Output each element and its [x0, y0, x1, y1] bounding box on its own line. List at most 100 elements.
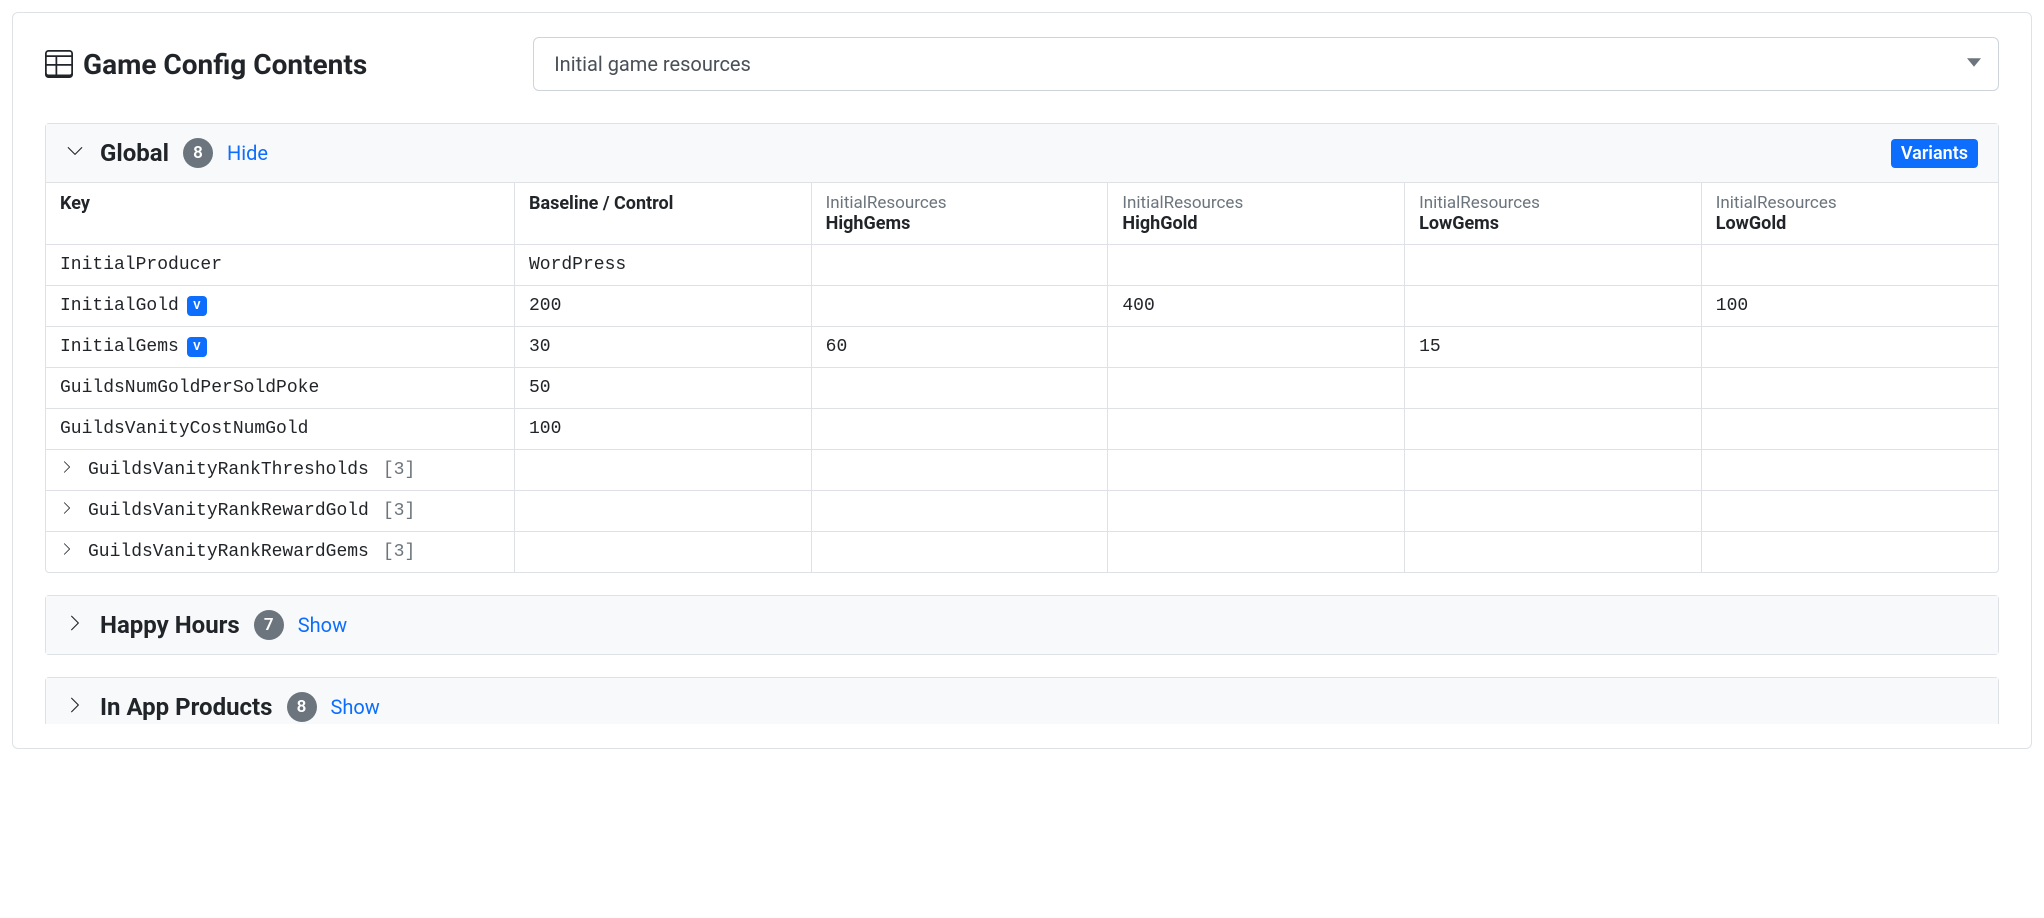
- chevron-down-icon: [66, 142, 86, 164]
- key-cell: GuildsNumGoldPerSoldPoke: [46, 368, 514, 409]
- baseline-cell: WordPress: [514, 245, 811, 286]
- baseline-cell: [514, 450, 811, 491]
- variant-cell: [811, 286, 1108, 327]
- variant-cell: [1405, 491, 1702, 532]
- panel-header: Game Config Contents Initial game resour…: [45, 37, 1999, 91]
- row-key: GuildsVanityRankRewardGold: [88, 501, 369, 521]
- table-row: InitialGems V 3060 15: [46, 327, 1998, 368]
- variant-cell: [811, 491, 1108, 532]
- baseline-cell: 200: [514, 286, 811, 327]
- variant-cell: [1701, 491, 1998, 532]
- variant-cell: [1701, 368, 1998, 409]
- key-cell: InitialGold V: [46, 286, 514, 327]
- section-iap-title: In App Products: [100, 693, 273, 721]
- global-table: Key Baseline / Control InitialResources …: [46, 183, 1998, 572]
- variant-cell: [1108, 368, 1405, 409]
- variant-cell: [811, 409, 1108, 450]
- row-bracket-count: [3]: [383, 501, 415, 521]
- row-key: InitialGold: [60, 296, 179, 316]
- baseline-cell: [514, 491, 811, 532]
- variant-cell: [1701, 532, 1998, 573]
- section-happy-count: 7: [254, 610, 284, 640]
- table-header-row: Key Baseline / Control InitialResources …: [46, 183, 1998, 245]
- row-bracket-count: [3]: [383, 542, 415, 562]
- variant-cell: [1108, 491, 1405, 532]
- section-global: Global 8 Hide Variants Key Baseline / Co…: [45, 123, 1999, 573]
- variant-cell: [1405, 532, 1702, 573]
- variant-cell: [1405, 286, 1702, 327]
- col-lowgems: InitialResources LowGems: [1405, 183, 1702, 245]
- variant-cell: 60: [811, 327, 1108, 368]
- variant-cell: [811, 532, 1108, 573]
- variant-cell: 15: [1405, 327, 1702, 368]
- table-row: GuildsVanityRankThresholds [3]: [46, 450, 1998, 491]
- section-iap-count: 8: [287, 692, 317, 722]
- table-row: GuildsVanityRankRewardGold [3]: [46, 491, 1998, 532]
- row-key: GuildsNumGoldPerSoldPoke: [60, 378, 319, 398]
- baseline-cell: 100: [514, 409, 811, 450]
- col-highgold: InitialResources HighGold: [1108, 183, 1405, 245]
- section-happy-header[interactable]: Happy Hours 7 Show: [46, 596, 1998, 654]
- variants-badge: Variants: [1891, 139, 1978, 168]
- panel-title-group: Game Config Contents: [45, 48, 367, 81]
- section-global-header[interactable]: Global 8 Hide Variants: [46, 124, 1998, 183]
- resource-select-value: Initial game resources: [533, 37, 1999, 91]
- col-highgems: InitialResources HighGems: [811, 183, 1108, 245]
- chevron-right-icon: [60, 501, 74, 521]
- chevron-right-icon: [60, 460, 74, 480]
- caret-down-icon: [1967, 55, 1981, 74]
- table-row: GuildsVanityCostNumGold100: [46, 409, 1998, 450]
- game-config-panel: Game Config Contents Initial game resour…: [12, 12, 2032, 749]
- chevron-right-icon: [60, 542, 74, 562]
- row-key: GuildsVanityRankThresholds: [88, 460, 369, 480]
- variant-cell: [1701, 409, 1998, 450]
- row-key: InitialGems: [60, 337, 179, 357]
- variant-cell: 100: [1701, 286, 1998, 327]
- table-row: InitialGold V 200 400 100: [46, 286, 1998, 327]
- variant-cell: [811, 450, 1108, 491]
- variant-cell: [1405, 245, 1702, 286]
- baseline-cell: 50: [514, 368, 811, 409]
- row-bracket-count: [3]: [383, 460, 415, 480]
- resource-select[interactable]: Initial game resources: [533, 37, 1999, 91]
- col-key: Key: [46, 183, 514, 245]
- key-cell[interactable]: GuildsVanityRankRewardGems [3]: [46, 532, 514, 573]
- panel-title: Game Config Contents: [83, 48, 367, 81]
- section-happy-title: Happy Hours: [100, 611, 240, 639]
- baseline-cell: 30: [514, 327, 811, 368]
- row-key: InitialProducer: [60, 255, 222, 275]
- key-cell: GuildsVanityCostNumGold: [46, 409, 514, 450]
- col-baseline: Baseline / Control: [514, 183, 811, 245]
- key-cell: InitialProducer: [46, 245, 514, 286]
- table-icon: [45, 50, 73, 78]
- chevron-right-icon: [66, 696, 86, 718]
- baseline-cell: [514, 532, 811, 573]
- section-global-count: 8: [183, 138, 213, 168]
- key-cell[interactable]: GuildsVanityRankRewardGold [3]: [46, 491, 514, 532]
- table-row: GuildsVanityRankRewardGems [3]: [46, 532, 1998, 573]
- variant-cell: [1701, 327, 1998, 368]
- variant-cell: [1701, 245, 1998, 286]
- variant-badge-icon: V: [187, 337, 207, 357]
- variant-cell: [1108, 409, 1405, 450]
- variant-badge-icon: V: [187, 296, 207, 316]
- variant-cell: [1108, 245, 1405, 286]
- variant-cell: [1108, 532, 1405, 573]
- section-iap-header[interactable]: In App Products 8 Show: [46, 678, 1998, 724]
- chevron-right-icon: [66, 614, 86, 636]
- section-happy-hours: Happy Hours 7 Show: [45, 595, 1999, 655]
- key-cell[interactable]: GuildsVanityRankThresholds [3]: [46, 450, 514, 491]
- section-iap-toggle[interactable]: Show: [331, 695, 380, 719]
- variant-cell: [1405, 409, 1702, 450]
- section-in-app-products: In App Products 8 Show: [45, 677, 1999, 724]
- section-happy-toggle[interactable]: Show: [298, 613, 347, 637]
- variant-cell: 400: [1108, 286, 1405, 327]
- variant-cell: [811, 368, 1108, 409]
- row-key: GuildsVanityRankRewardGems: [88, 542, 369, 562]
- variant-cell: [811, 245, 1108, 286]
- table-row: GuildsNumGoldPerSoldPoke 50: [46, 368, 1998, 409]
- section-global-toggle[interactable]: Hide: [227, 141, 268, 165]
- variant-cell: [1108, 327, 1405, 368]
- variant-cell: [1405, 368, 1702, 409]
- key-cell: InitialGems V: [46, 327, 514, 368]
